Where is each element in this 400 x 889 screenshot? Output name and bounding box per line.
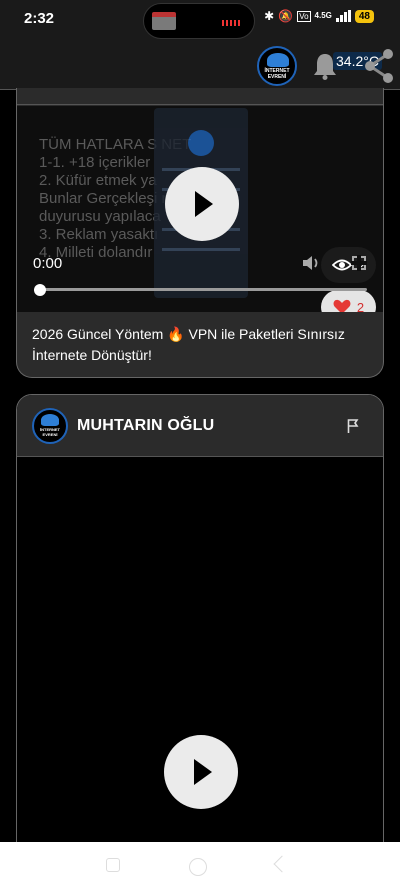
play-button[interactable] (164, 735, 238, 809)
video-player[interactable]: TÜM HATLARA S NET 1-1. +18 içerikler 2. … (17, 106, 383, 312)
video-title[interactable]: 2026 Güncel Yöntem 🔥 VPN ile Paketleri S… (32, 324, 372, 366)
eye-icon (331, 259, 352, 271)
dynamic-island[interactable] (143, 3, 255, 39)
share-icon[interactable] (362, 48, 396, 84)
globe-icon (267, 53, 289, 67)
battery-level: 48 (354, 9, 374, 23)
recent-apps-icon[interactable] (106, 858, 120, 872)
volume-icon[interactable] (301, 254, 321, 272)
network-type: 4.5G (314, 11, 332, 20)
screenshot-logo-icon (188, 130, 214, 156)
views-counter[interactable]: 2 (321, 247, 376, 283)
system-nav-bar (0, 842, 400, 889)
back-icon[interactable] (273, 855, 291, 873)
fullscreen-icon[interactable] (351, 255, 367, 271)
card-header-strip (17, 88, 383, 105)
video-time: 0:00 (33, 255, 63, 272)
signal-icon (335, 10, 351, 22)
globe-icon (41, 414, 59, 426)
status-bar: 2:32 ✱ 🔕 Vo 4.5G 48 (0, 0, 400, 40)
channel-name[interactable]: MUHTARIN OĞLU (77, 417, 214, 435)
media-thumbnail-icon (152, 12, 176, 30)
mute-bell-icon: 🔕 (278, 9, 294, 23)
volte-icon: Vo (297, 10, 311, 22)
system-icons: ✱ 🔕 Vo 4.5G 48 (264, 9, 374, 23)
avatar-text: İNTERNET EVRENİ (40, 427, 60, 437)
progress-track[interactable] (37, 288, 367, 291)
report-flag-icon[interactable] (347, 419, 359, 433)
status-time: 2:32 (24, 10, 55, 27)
like-button[interactable]: 2 (321, 290, 376, 312)
video-card[interactable]: İNTERNET EVRENİ MUHTARIN OĞLU (16, 394, 384, 854)
video-card[interactable]: TÜM HATLARA S NET 1-1. +18 içerikler 2. … (16, 88, 384, 378)
screenshot-bar (162, 248, 240, 251)
logo-text: İNTERNET EVRENİ (264, 68, 290, 80)
audio-bars-icon (222, 18, 240, 26)
play-button[interactable] (165, 167, 239, 241)
app-logo[interactable]: İNTERNET EVRENİ (257, 46, 297, 86)
video-player[interactable] (17, 458, 383, 853)
card-header: İNTERNET EVRENİ MUHTARIN OĞLU (17, 395, 383, 457)
progress-knob[interactable] (34, 284, 46, 296)
likes-count: 2 (356, 299, 365, 313)
heart-icon (333, 299, 351, 312)
channel-avatar[interactable]: İNTERNET EVRENİ (32, 408, 68, 444)
bluetooth-icon: ✱ (264, 9, 275, 23)
home-icon[interactable] (189, 858, 207, 876)
